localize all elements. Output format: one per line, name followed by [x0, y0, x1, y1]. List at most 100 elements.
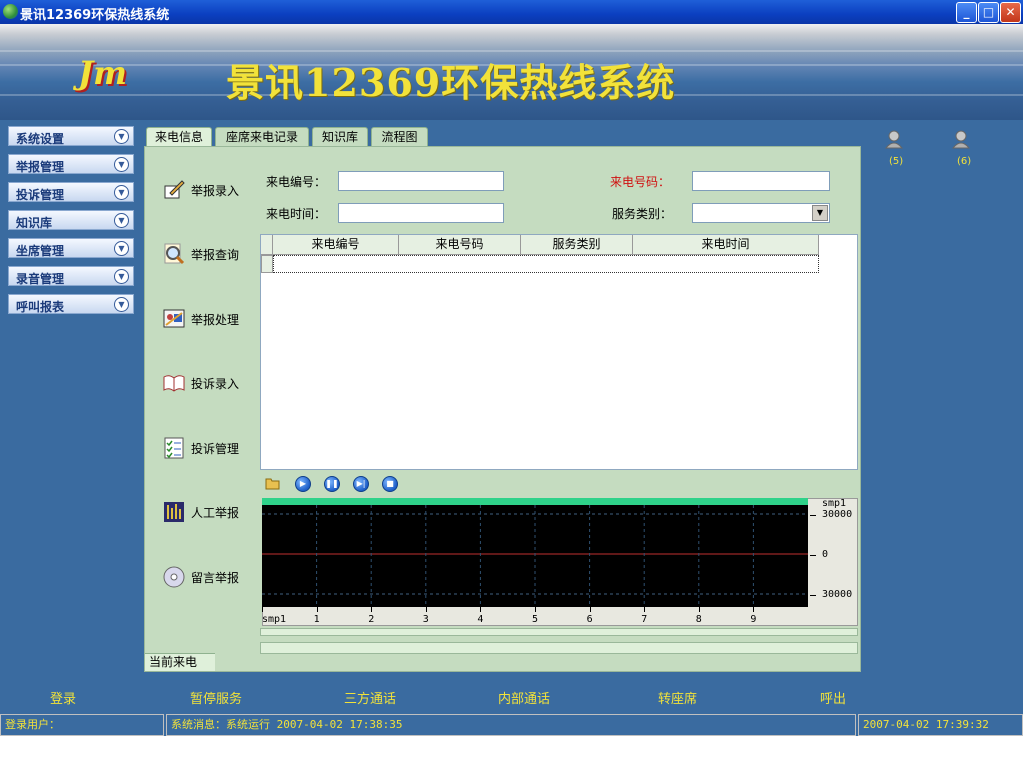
- sidebar-item-knowledge-base[interactable]: 知识库 ▼: [8, 210, 134, 230]
- outbound-call-button[interactable]: 呼出: [820, 688, 846, 707]
- chevron-down-icon: ▼: [114, 129, 129, 144]
- y-tick-label: 30000: [822, 589, 853, 600]
- sidebar-item-agent-management[interactable]: 坐席管理 ▼: [8, 238, 134, 258]
- process-icon: [163, 309, 185, 328]
- row-header-corner: [261, 235, 273, 255]
- maximize-button[interactable]: □: [978, 2, 999, 23]
- status-clock: 2007-04-02 17:39:32: [858, 714, 1023, 736]
- call-time-input[interactable]: [338, 203, 504, 223]
- app-globe-icon: [3, 4, 18, 19]
- sidebar-item-recording-management[interactable]: 录音管理 ▼: [8, 266, 134, 286]
- y-tick-label: 0: [822, 549, 829, 560]
- chevron-down-icon: ▼: [114, 213, 129, 228]
- call-time-label: 来电时间：: [266, 207, 327, 221]
- cd-icon: [163, 566, 185, 588]
- x-tick-label: 4: [477, 614, 484, 625]
- y-tick-label: 30000: [822, 509, 853, 520]
- agent-label: (6): [957, 156, 972, 167]
- tab-agent-call-records[interactable]: 座席来电记录: [215, 127, 309, 147]
- row-selector[interactable]: [261, 255, 273, 273]
- complaint-management-button[interactable]: 投诉管理: [162, 434, 252, 462]
- column-header-call-time[interactable]: 来电时间: [633, 235, 819, 255]
- x-tick-label: 3: [422, 614, 429, 625]
- x-tick-label: 5: [532, 614, 539, 625]
- sidebar-item-system-settings[interactable]: 系统设置 ▼: [8, 126, 134, 146]
- agent-label: (5): [889, 156, 904, 167]
- tab-call-info[interactable]: 来电信息: [146, 127, 212, 148]
- next-icon[interactable]: ▶|: [353, 476, 369, 492]
- stop-icon[interactable]: ■: [382, 476, 398, 492]
- sidebar-item-report-management[interactable]: 举报管理 ▼: [8, 154, 134, 174]
- play-icon[interactable]: ▶: [295, 476, 311, 492]
- call-id-label: 来电编号：: [266, 175, 327, 189]
- pen-paper-icon: [164, 180, 185, 199]
- x-tick-label: 9: [750, 614, 757, 625]
- x-tick-mark: [535, 606, 536, 612]
- login-button[interactable]: 登录: [50, 688, 76, 707]
- chevron-down-icon: ▼: [114, 157, 129, 172]
- x-tick-mark: [589, 606, 591, 612]
- three-way-call-button[interactable]: 三方通话: [344, 688, 396, 707]
- x-tick-label: 6: [586, 614, 593, 625]
- x-tick-mark: [371, 606, 373, 612]
- channel-label: smp1: [822, 498, 847, 509]
- chevron-down-icon[interactable]: ▼: [812, 205, 828, 221]
- title-bar: 景讯12369环保热线系统 _ □ ✕: [0, 0, 1023, 24]
- report-query-button[interactable]: 举报查询: [162, 240, 252, 268]
- info-strip: [260, 642, 858, 654]
- x-tick-label: 2: [368, 614, 375, 625]
- close-button[interactable]: ✕: [1000, 2, 1021, 23]
- checklist-icon: [164, 437, 184, 459]
- x-tick-label: 8: [695, 614, 702, 625]
- x-tick-mark: [425, 606, 427, 612]
- banner: Jm 景讯12369环保热线系统: [0, 24, 1023, 120]
- agent-avatar-icon[interactable]: [884, 129, 904, 149]
- status-message: 系统消息：系统运行 2007-04-02 17:38:35: [166, 714, 856, 736]
- table-row[interactable]: [273, 255, 819, 273]
- open-folder-icon[interactable]: [265, 476, 281, 490]
- x-tick-mark: [480, 606, 482, 612]
- report-entry-button[interactable]: 举报录入: [162, 176, 252, 204]
- chevron-down-icon: ▼: [114, 269, 129, 284]
- waveform-overview-bar: [262, 498, 808, 505]
- sidebar-item-complaint-management[interactable]: 投诉管理 ▼: [8, 182, 134, 202]
- sidebar-item-call-reports[interactable]: 呼叫报表 ▼: [8, 294, 134, 314]
- open-book-icon: [163, 375, 185, 392]
- manual-report-button[interactable]: 人工举报: [162, 498, 252, 526]
- x-tick-mark: [262, 606, 263, 612]
- service-type-select[interactable]: ▼: [692, 203, 830, 223]
- message-report-button[interactable]: 留言举报: [162, 563, 252, 591]
- current-call-tab[interactable]: 当前来电: [145, 653, 215, 671]
- tab-knowledge-base[interactable]: 知识库: [312, 127, 368, 147]
- column-header-call-number[interactable]: 来电号码: [399, 235, 521, 255]
- chevron-down-icon: ▼: [114, 241, 129, 256]
- x-tick-mark: [316, 606, 318, 612]
- agent-avatar-icon[interactable]: [951, 129, 971, 149]
- transfer-agent-button[interactable]: 转座席: [658, 688, 697, 707]
- pause-service-button[interactable]: 暂停服务: [190, 688, 242, 707]
- internal-call-button[interactable]: 内部通话: [498, 688, 550, 707]
- x-tick-mark: [698, 606, 700, 612]
- chevron-down-icon: ▼: [114, 185, 129, 200]
- call-number-input[interactable]: [692, 171, 830, 191]
- pause-icon[interactable]: ❚❚: [324, 476, 340, 492]
- call-number-label: 来电号码：: [610, 175, 671, 189]
- column-header-service-type[interactable]: 服务类别: [521, 235, 633, 255]
- service-type-label: 服务类别：: [612, 207, 673, 221]
- x-tick-label: 1: [313, 614, 320, 625]
- complaint-entry-button[interactable]: 投诉录入: [162, 369, 252, 397]
- company-logo: Jm: [78, 54, 127, 92]
- x-tick-mark: [753, 606, 755, 612]
- column-header-call-id[interactable]: 来电编号: [273, 235, 399, 255]
- report-process-button[interactable]: 举报处理: [162, 305, 252, 333]
- waveform-display[interactable]: [262, 498, 808, 606]
- call-id-input[interactable]: [338, 171, 504, 191]
- banner-title: 景讯12369环保热线系统: [226, 60, 676, 105]
- progress-strip: [260, 628, 858, 636]
- status-user: 登录用户：: [0, 714, 164, 736]
- x-tick-mark: [644, 606, 646, 612]
- call-grid: 来电编号 来电号码 服务类别 来电时间: [260, 234, 858, 470]
- minimize-button[interactable]: _: [956, 2, 977, 23]
- chevron-down-icon: ▼: [114, 297, 129, 312]
- tab-flowchart[interactable]: 流程图: [371, 127, 428, 147]
